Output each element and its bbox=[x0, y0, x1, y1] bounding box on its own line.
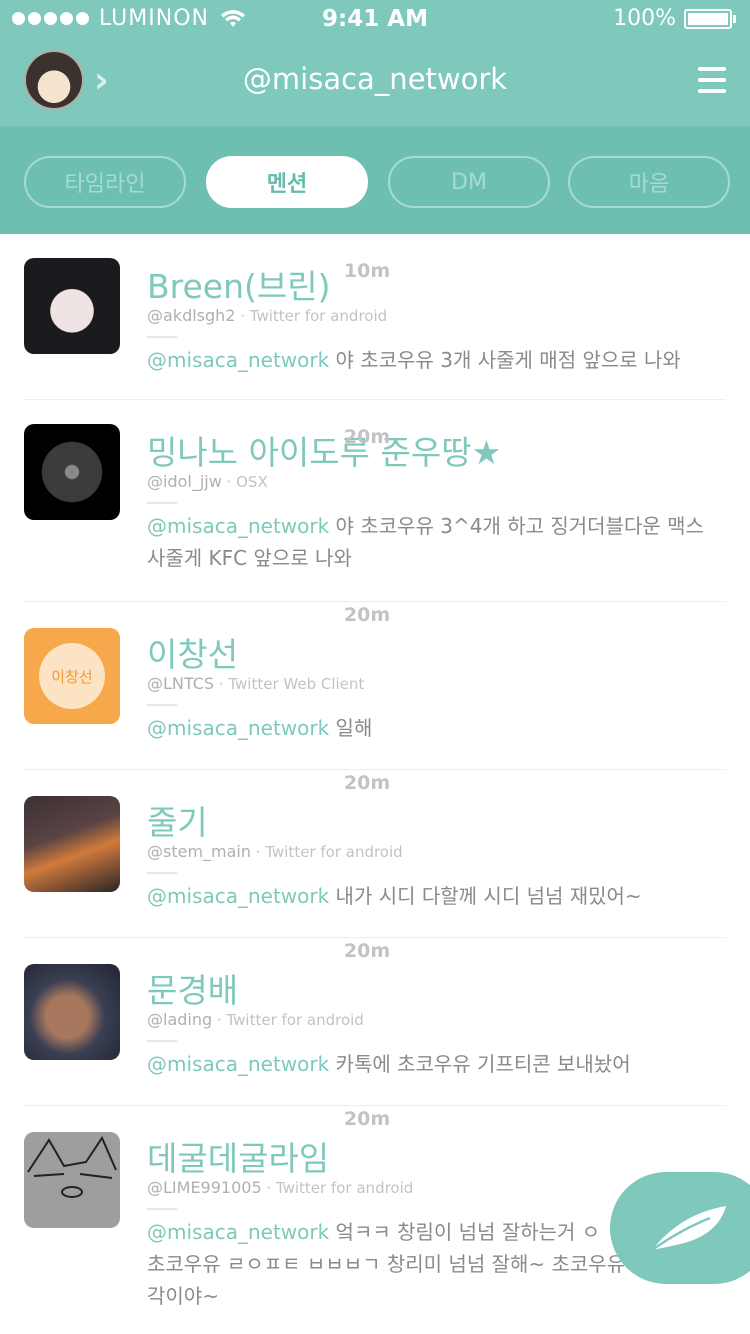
tweet-time: 20m bbox=[343, 426, 391, 448]
tweet-body: 카톡에 초코우유 기프티콘 보내놨어 bbox=[329, 1052, 631, 1076]
tweet-item[interactable]: 문경배 @lading · Twitter for android @misac… bbox=[0, 938, 750, 1106]
avatar[interactable] bbox=[24, 1132, 120, 1228]
tweet-body: 야 초코우유 3개 사줄게 매점 앞으로 나와 bbox=[329, 348, 681, 372]
separator bbox=[147, 872, 177, 874]
mention-link[interactable]: @misaca_network bbox=[147, 348, 329, 372]
tweet-meta: @akdlsgh2 · Twitter for android bbox=[147, 306, 387, 325]
tweet-text: @misaca_network 야 초코우유 3개 사줄게 매점 앞으로 나와 bbox=[147, 344, 726, 376]
tweet-meta: @idol_jjw · OSX bbox=[147, 472, 268, 491]
client-name: · Twitter for android bbox=[212, 1011, 364, 1029]
separator bbox=[147, 502, 177, 504]
tweet-item[interactable]: 밍나노 아이도루 준우땅★ @idol_jjw · OSX @misaca_ne… bbox=[0, 400, 750, 602]
mention-link[interactable]: @misaca_network bbox=[147, 514, 329, 538]
client-name: · Twitter Web Client bbox=[214, 675, 365, 693]
feather-icon bbox=[651, 1206, 726, 1252]
mention-link[interactable]: @misaca_network bbox=[147, 1220, 329, 1244]
tweet-item[interactable]: 줄기 @stem_main · Twitter for android @mis… bbox=[0, 770, 750, 938]
compose-button[interactable] bbox=[610, 1172, 750, 1284]
page-title: @misaca_network bbox=[242, 62, 508, 96]
tweet-item[interactable]: 이창선 이창선 @LNTCS · Twitter Web Client @mis… bbox=[0, 602, 750, 770]
client-name: · Twitter for android bbox=[235, 307, 388, 325]
tweet-meta: @stem_main · Twitter for android bbox=[147, 842, 403, 861]
tweet-time: 20m bbox=[343, 1108, 391, 1130]
battery-tip bbox=[733, 14, 736, 23]
mention-link[interactable]: @misaca_network bbox=[147, 884, 329, 908]
tab-likes[interactable]: 마음 bbox=[568, 156, 730, 208]
handle[interactable]: @lading bbox=[147, 1010, 212, 1029]
tab-bar: 타임라인 멘션 DM 마음 bbox=[0, 126, 750, 234]
tweet-time: 20m bbox=[343, 940, 391, 962]
avatar[interactable] bbox=[24, 796, 120, 892]
separator bbox=[147, 336, 177, 338]
tweet-meta: @LNTCS · Twitter Web Client bbox=[147, 674, 364, 693]
avatar-badge: 이창선 bbox=[39, 643, 105, 709]
status-right: 100% bbox=[613, 6, 736, 31]
tab-dm[interactable]: DM bbox=[388, 156, 550, 208]
status-bar: LUMINON 9:41 AM 100% bbox=[0, 0, 750, 40]
tweet-time: 20m bbox=[343, 604, 391, 626]
tweet-meta: @lading · Twitter for android bbox=[147, 1010, 364, 1029]
handle[interactable]: @idol_jjw bbox=[147, 472, 222, 491]
tab-timeline[interactable]: 타임라인 bbox=[24, 156, 186, 208]
avatar[interactable]: 이창선 bbox=[24, 628, 120, 724]
client-name: · Twitter for android bbox=[251, 843, 403, 861]
display-name[interactable]: 데굴데굴라임 bbox=[147, 1132, 329, 1180]
separator bbox=[147, 1040, 177, 1042]
tweet-text: @misaca_network 카톡에 초코우유 기프티콘 보내놨어 bbox=[147, 1048, 726, 1080]
mention-link[interactable]: @misaca_network bbox=[147, 1052, 329, 1076]
tweet-body: 일해 bbox=[329, 716, 373, 740]
tweet-text: @misaca_network 야 초코우유 3^4개 하고 징거더블다운 맥스… bbox=[147, 510, 726, 574]
mention-link[interactable]: @misaca_network bbox=[147, 716, 329, 740]
handle[interactable]: @stem_main bbox=[147, 842, 251, 861]
client-name: · Twitter for android bbox=[261, 1179, 414, 1197]
display-name[interactable]: 줄기 bbox=[147, 796, 208, 844]
client-name: · OSX bbox=[221, 473, 268, 491]
tweet-time: 10m bbox=[343, 260, 391, 282]
tab-mentions[interactable]: 멘션 bbox=[206, 156, 368, 208]
handle[interactable]: @LIME991005 bbox=[147, 1178, 262, 1197]
battery-icon bbox=[684, 8, 732, 29]
separator bbox=[147, 1208, 177, 1210]
tweet-meta: @LIME991005 · Twitter for android bbox=[147, 1178, 413, 1197]
display-name[interactable]: 이창선 bbox=[147, 628, 238, 676]
avatar-sketch bbox=[27, 1135, 117, 1198]
handle[interactable]: @akdlsgh2 bbox=[147, 306, 235, 325]
tweet-item[interactable]: Breen(브린) @akdlsgh2 · Twitter for androi… bbox=[0, 234, 750, 400]
handle[interactable]: @LNTCS bbox=[147, 674, 214, 693]
battery-percentage: 100% bbox=[613, 6, 676, 31]
display-name[interactable]: 문경배 bbox=[147, 964, 238, 1012]
top-bar: LUMINON 9:41 AM 100% › @misaca_network bbox=[0, 0, 750, 126]
separator bbox=[147, 704, 177, 706]
tweet-body: 내가 시디 다할께 시디 넘넘 재밌어~ bbox=[329, 884, 642, 908]
tweet-time: 20m bbox=[343, 772, 391, 794]
avatar[interactable] bbox=[24, 964, 120, 1060]
tweet-text: @misaca_network 일해 bbox=[147, 712, 726, 744]
tweet-text: @misaca_network 내가 시디 다할께 시디 넘넘 재밌어~ bbox=[147, 880, 726, 912]
hamburger-icon[interactable] bbox=[698, 67, 726, 93]
